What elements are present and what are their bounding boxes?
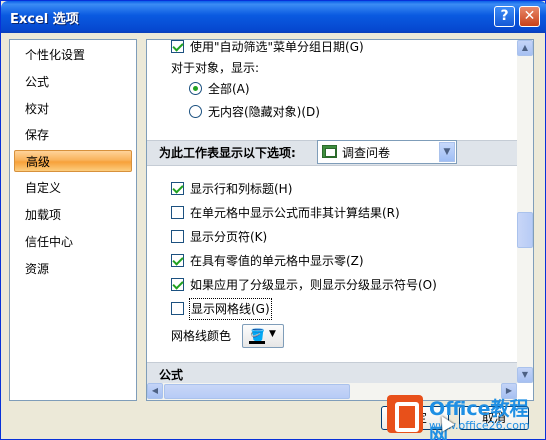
nav-item-advanced[interactable]: 高级 [14, 150, 132, 172]
horizontal-scroll-thumb[interactable] [164, 384, 350, 399]
show-gridlines-label: 显示网格线(G) [189, 298, 272, 320]
show-formulas-label: 在单元格中显示公式而非其计算结果(R) [190, 206, 400, 220]
nav-item-proofing[interactable]: 校对 [14, 98, 132, 120]
nav-item-trust-center[interactable]: 信任中心 [14, 231, 132, 253]
category-nav: 个性化设置 公式 校对 保存 高级 自定义 加载项 信任中心 资源 [9, 39, 137, 401]
nav-item-addins[interactable]: 加载项 [14, 204, 132, 226]
scroll-left-button[interactable]: ◀ [147, 383, 163, 399]
scroll-up-button[interactable]: ▲ [517, 40, 533, 56]
gridline-color-button[interactable]: 🪣 ▼ [242, 324, 284, 348]
show-zero-label: 在具有零值的单元格中显示零(Z) [190, 254, 364, 268]
nav-item-resources[interactable]: 资源 [14, 258, 132, 280]
show-headers-checkbox[interactable] [171, 182, 184, 195]
show-formulas-checkbox[interactable] [171, 206, 184, 219]
worksheet-select-value: 调查问卷 [342, 146, 391, 160]
show-outline-label: 如果应用了分级显示，则显示分级显示符号(O) [190, 278, 437, 292]
scroll-thumb[interactable] [517, 212, 533, 248]
gridline-color-label: 网格线颜色 [171, 329, 232, 343]
chevron-down-icon: ▼ [269, 329, 276, 339]
radio-none[interactable] [189, 105, 202, 118]
close-button[interactable]: ✕ [519, 6, 540, 27]
show-page-breaks-label: 显示分页符(K) [190, 230, 268, 244]
show-outline-checkbox[interactable] [171, 278, 184, 291]
radio-all-label: 全部(A) [208, 82, 250, 96]
formula-section-label: 公式 [159, 368, 184, 382]
worksheet-select[interactable]: 调查问卷 ▼ [317, 140, 457, 164]
office-logo-icon [387, 395, 423, 433]
radio-all[interactable] [189, 82, 202, 95]
advanced-options-panel: 使用"自动筛选"菜单分组日期(G) 对于对象，显示: 全部(A) 无内容(隐藏对… [146, 39, 534, 401]
chevron-down-icon[interactable]: ▼ [439, 142, 455, 162]
show-zero-checkbox[interactable] [171, 254, 184, 267]
excel-options-dialog: Excel 选项 ? ✕ 个性化设置 公式 校对 保存 高级 自定义 加载项 信… [0, 0, 546, 440]
group-dates-checkbox[interactable] [171, 40, 184, 53]
nav-item-personalize[interactable]: 个性化设置 [14, 44, 132, 66]
scroll-down-button[interactable]: ▼ [517, 367, 533, 383]
nav-item-customize[interactable]: 自定义 [14, 177, 132, 199]
worksheet-section-label: 为此工作表显示以下选项: [159, 146, 296, 160]
window-title: Excel 选项 [10, 12, 79, 27]
nav-item-save[interactable]: 保存 [14, 124, 132, 146]
group-dates-label: 使用"自动筛选"菜单分组日期(G) [190, 40, 364, 54]
watermark: Office教程网 www.office26.com [383, 393, 545, 440]
color-swatch [249, 341, 265, 344]
show-gridlines-checkbox[interactable] [171, 302, 184, 315]
vertical-scrollbar[interactable]: ▲ ▼ [517, 40, 533, 383]
show-headers-label: 显示行和列标题(H) [190, 182, 293, 196]
worksheet-icon [322, 145, 337, 158]
radio-none-label: 无内容(隐藏对象)(D) [208, 105, 320, 119]
objects-label: 对于对象，显示: [171, 61, 260, 75]
title-bar[interactable]: Excel 选项 ? ✕ [1, 1, 546, 33]
paint-bucket-icon: 🪣 [250, 328, 265, 342]
nav-item-formulas[interactable]: 公式 [14, 71, 132, 93]
help-button[interactable]: ? [494, 6, 515, 27]
show-page-breaks-checkbox[interactable] [171, 230, 184, 243]
